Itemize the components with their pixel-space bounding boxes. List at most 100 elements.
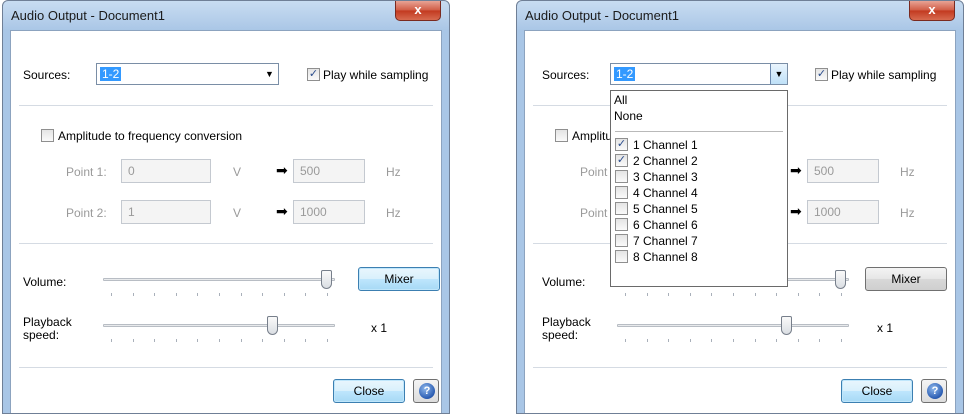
slider-tick	[690, 293, 691, 296]
slider-tick	[327, 339, 328, 342]
point2-frequency-unit: Hz	[386, 206, 401, 220]
dialog-client-area: Sources: 1-2 ▼ ✓ Play while sampling Amp…	[10, 30, 442, 413]
dropdown-channel-item[interactable]: ✓ 1 Channel 1	[615, 137, 785, 153]
playback-speed-slider[interactable]	[617, 315, 849, 345]
window-title: Audio Output - Document1	[11, 8, 165, 23]
slider-tick	[776, 293, 777, 296]
channel-checkbox[interactable]: ✓	[615, 138, 628, 151]
help-button[interactable]: ?	[413, 379, 439, 403]
slider-tick	[262, 293, 263, 296]
help-icon: ?	[927, 383, 943, 399]
slider-tick	[625, 293, 626, 296]
slider-tick	[841, 339, 842, 342]
playback-speed-value: x 1	[371, 321, 388, 335]
chevron-down-icon[interactable]: ▼	[261, 64, 278, 84]
window-close-button[interactable]: x	[395, 1, 441, 21]
slider-tick	[133, 293, 134, 296]
dropdown-channel-item[interactable]: ✓ 2 Channel 2	[615, 153, 785, 169]
volume-slider[interactable]	[103, 269, 335, 299]
point1-label: Point 1:	[66, 165, 107, 179]
playback-speed-value: x 1	[877, 321, 894, 335]
playback-speed-slider[interactable]	[103, 315, 335, 345]
help-button[interactable]: ?	[921, 379, 947, 403]
divider	[19, 243, 433, 244]
dropdown-channel-item[interactable]: 4 Channel 4	[615, 185, 785, 201]
playback-speed-label-line1: Playback	[542, 315, 591, 329]
slider-tick	[241, 339, 242, 342]
dropdown-channel-item[interactable]: 8 Channel 8	[615, 249, 785, 265]
point2-voltage-field[interactable]: 1	[121, 200, 211, 224]
sources-combobox[interactable]: 1-2 ▼	[610, 63, 788, 85]
slider-tick	[755, 339, 756, 342]
channel-checkbox[interactable]	[615, 234, 628, 247]
playback-speed-slider-track	[617, 324, 849, 327]
channel-label: 5 Channel 5	[633, 202, 698, 216]
slider-tick	[176, 293, 177, 296]
amplitude-conversion-checkbox[interactable]	[41, 129, 54, 142]
title-bar[interactable]: Audio Output - Document1 x	[517, 1, 963, 29]
slider-tick	[133, 339, 134, 342]
slider-tick	[197, 339, 198, 342]
slider-tick	[284, 339, 285, 342]
sources-combobox[interactable]: 1-2 ▼	[96, 63, 279, 85]
slider-tick	[711, 293, 712, 296]
slider-tick	[798, 293, 799, 296]
dropdown-channel-item[interactable]: 6 Channel 6	[615, 217, 785, 233]
play-while-sampling-checkbox[interactable]: ✓	[815, 68, 828, 81]
channel-checkbox[interactable]: ✓	[615, 154, 628, 167]
dropdown-item-none[interactable]: None	[614, 109, 643, 123]
playback-speed-label-line2: speed:	[542, 328, 579, 342]
playback-speed-slider-ticks	[617, 339, 849, 343]
point1-voltage-field[interactable]: 0	[121, 159, 211, 183]
channel-checkbox[interactable]	[615, 218, 628, 231]
slider-tick	[733, 293, 734, 296]
mixer-button[interactable]: Mixer	[358, 267, 440, 291]
playback-speed-slider-thumb[interactable]	[781, 316, 792, 335]
point1-frequency-field[interactable]: 500	[293, 159, 365, 183]
sources-label: Sources:	[542, 68, 590, 82]
volume-label: Volume:	[542, 275, 586, 289]
dropdown-channel-item[interactable]: 7 Channel 7	[615, 233, 785, 249]
point2-frequency-field[interactable]: 1000	[807, 200, 879, 224]
point2-frequency-field[interactable]: 1000	[293, 200, 365, 224]
play-while-sampling-label: Play while sampling	[323, 68, 429, 82]
slider-tick	[819, 339, 820, 342]
chevron-down-icon[interactable]: ▼	[770, 64, 787, 84]
slider-tick	[111, 293, 112, 296]
slider-tick	[711, 339, 712, 342]
point1-frequency-field[interactable]: 500	[807, 159, 879, 183]
dropdown-channel-item[interactable]: 5 Channel 5	[615, 201, 785, 217]
dropdown-item-all[interactable]: All	[614, 93, 627, 107]
volume-slider-thumb[interactable]	[835, 270, 846, 289]
divider	[19, 105, 433, 106]
channel-checkbox[interactable]	[615, 202, 628, 215]
channel-checkbox[interactable]	[615, 186, 628, 199]
slider-tick	[327, 293, 328, 296]
sources-label: Sources:	[23, 68, 71, 82]
dropdown-channel-item[interactable]: 3 Channel 3	[615, 169, 785, 185]
amplitude-conversion-checkbox[interactable]	[555, 129, 568, 142]
play-while-sampling-checkbox[interactable]: ✓	[307, 68, 320, 81]
point2-label: Point	[580, 206, 608, 220]
playback-speed-slider-track	[103, 324, 335, 327]
close-button[interactable]: Close	[841, 379, 913, 403]
dropdown-separator	[615, 131, 783, 132]
slider-tick	[625, 339, 626, 342]
channel-label: 1 Channel 1	[633, 138, 698, 152]
window-close-button[interactable]: x	[909, 1, 955, 21]
slider-tick	[154, 339, 155, 342]
channel-checkbox[interactable]	[615, 170, 628, 183]
divider	[533, 367, 947, 368]
amplitude-conversion-label: Amplitu	[572, 129, 613, 143]
title-bar[interactable]: Audio Output - Document1 x	[3, 1, 449, 29]
playback-speed-slider-thumb[interactable]	[267, 316, 278, 335]
channel-checkbox[interactable]	[615, 250, 628, 263]
volume-slider-thumb[interactable]	[321, 270, 332, 289]
slider-tick	[647, 293, 648, 296]
slider-tick	[776, 339, 777, 342]
slider-tick	[647, 339, 648, 342]
slider-tick	[690, 339, 691, 342]
close-button[interactable]: Close	[333, 379, 405, 403]
playback-speed-slider-ticks	[103, 339, 335, 343]
mixer-button[interactable]: Mixer	[865, 267, 947, 291]
